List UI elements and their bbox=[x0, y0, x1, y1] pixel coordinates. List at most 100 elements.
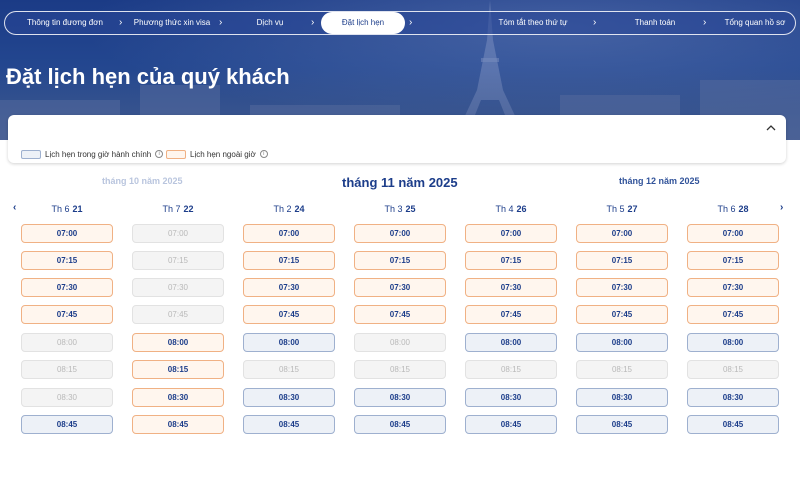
chevron-up-icon[interactable] bbox=[764, 123, 778, 137]
chevron-right-icon[interactable]: › bbox=[780, 202, 783, 213]
day-header: Th 6 21 bbox=[20, 204, 114, 214]
time-slot-button[interactable]: 07:30 bbox=[465, 278, 557, 297]
time-slot-button[interactable]: 08:45 bbox=[243, 415, 335, 434]
time-slot-button: 07:30 bbox=[132, 278, 224, 297]
time-slot-button[interactable]: 07:30 bbox=[576, 278, 668, 297]
step-visa-method[interactable]: Phương thức xin visa bbox=[127, 12, 217, 34]
time-slot-button[interactable]: 07:45 bbox=[354, 305, 446, 324]
legend-offhours-swatch bbox=[166, 149, 186, 159]
prev-month-link[interactable]: tháng 10 năm 2025 bbox=[102, 176, 183, 186]
day-date: 21 bbox=[72, 204, 83, 214]
time-slot-button[interactable]: 07:00 bbox=[243, 224, 335, 243]
time-slot-button[interactable]: 08:00 bbox=[687, 333, 779, 352]
day-weekday: Th 4 bbox=[495, 204, 514, 214]
page-title: Đặt lịch hẹn của quý khách bbox=[6, 64, 290, 89]
day-header: Th 7 22 bbox=[131, 204, 225, 214]
next-month-link[interactable]: tháng 12 năm 2025 bbox=[619, 176, 700, 186]
time-slot-button[interactable]: 07:30 bbox=[21, 278, 113, 297]
step-appointment[interactable]: Đặt lịch hẹn bbox=[321, 12, 405, 34]
time-slot-button[interactable]: 08:45 bbox=[354, 415, 446, 434]
current-month-title: tháng 11 năm 2025 bbox=[342, 175, 458, 190]
time-slot-button[interactable]: 07:45 bbox=[687, 305, 779, 324]
step-application-overview[interactable]: Tổng quan hồ sơ bbox=[715, 12, 795, 34]
info-icon[interactable]: i bbox=[259, 150, 268, 158]
day-date: 26 bbox=[516, 204, 527, 214]
info-icon[interactable]: i bbox=[155, 150, 164, 158]
time-slot-button[interactable]: 07:45 bbox=[576, 305, 668, 324]
step-payment[interactable]: Thanh toán bbox=[615, 12, 695, 34]
time-slot-button[interactable]: 08:00 bbox=[576, 333, 668, 352]
time-slot-button: 07:00 bbox=[132, 224, 224, 243]
time-slot-button[interactable]: 08:30 bbox=[354, 388, 446, 407]
chevron-left-icon[interactable]: ‹ bbox=[13, 202, 16, 213]
time-slot-button: 08:15 bbox=[576, 360, 668, 379]
day-header: Th 3 25 bbox=[353, 204, 447, 214]
day-weekday: Th 7 bbox=[162, 204, 181, 214]
time-slot-button[interactable]: 08:15 bbox=[132, 360, 224, 379]
legend-offhours-label: Lịch hẹn ngoài giờ bbox=[190, 149, 256, 159]
time-slot-button[interactable]: 07:00 bbox=[465, 224, 557, 243]
day-weekday: Th 6 bbox=[717, 204, 736, 214]
time-slot-button[interactable]: 07:00 bbox=[687, 224, 779, 243]
chevron-right-icon: › bbox=[703, 17, 707, 28]
time-slot-button[interactable]: 08:00 bbox=[465, 333, 557, 352]
progress-stepper: Thông tin đương đơn › Phương thức xin vi… bbox=[4, 11, 796, 35]
day-weekday: Th 6 bbox=[51, 204, 70, 214]
time-slot-button[interactable]: 07:15 bbox=[354, 251, 446, 270]
time-slot-button: 08:30 bbox=[21, 388, 113, 407]
time-slot-button[interactable]: 07:15 bbox=[21, 251, 113, 270]
time-slot-button: 08:15 bbox=[354, 360, 446, 379]
time-slot-button[interactable]: 08:00 bbox=[132, 333, 224, 352]
time-slot-button[interactable]: 07:45 bbox=[243, 305, 335, 324]
day-date: 22 bbox=[183, 204, 194, 214]
time-slot-button[interactable]: 07:15 bbox=[576, 251, 668, 270]
chevron-right-icon: › bbox=[219, 17, 223, 28]
time-slot-button[interactable]: 08:30 bbox=[243, 388, 335, 407]
day-header: Th 4 26 bbox=[464, 204, 558, 214]
time-slot-button[interactable]: 08:30 bbox=[465, 388, 557, 407]
legend-regular: Lịch hẹn trong giờ hành chính i bbox=[21, 148, 164, 160]
time-slot-button[interactable]: 08:45 bbox=[465, 415, 557, 434]
chevron-right-icon: › bbox=[593, 17, 597, 28]
chevron-right-icon: › bbox=[311, 17, 315, 28]
day-weekday: Th 3 bbox=[384, 204, 403, 214]
time-slot-button[interactable]: 07:15 bbox=[687, 251, 779, 270]
time-slot-button: 08:15 bbox=[243, 360, 335, 379]
time-slot-button[interactable]: 07:00 bbox=[354, 224, 446, 243]
time-slot-button[interactable]: 08:00 bbox=[243, 333, 335, 352]
time-slot-button[interactable]: 08:30 bbox=[687, 388, 779, 407]
time-slot-button[interactable]: 08:45 bbox=[21, 415, 113, 434]
day-date: 27 bbox=[627, 204, 638, 214]
legend-regular-swatch bbox=[21, 149, 41, 159]
time-slot-button: 08:00 bbox=[354, 333, 446, 352]
day-header: Th 2 24 bbox=[242, 204, 336, 214]
time-slot-button[interactable]: 07:15 bbox=[243, 251, 335, 270]
time-slot-button[interactable]: 07:00 bbox=[576, 224, 668, 243]
time-slot-button[interactable]: 07:00 bbox=[21, 224, 113, 243]
step-order-summary[interactable]: Tóm tắt theo thứ tự bbox=[483, 12, 583, 34]
time-slot-button[interactable]: 08:30 bbox=[132, 388, 224, 407]
time-slot-button: 08:00 bbox=[21, 333, 113, 352]
time-slot-button[interactable]: 07:30 bbox=[687, 278, 779, 297]
time-slot-button[interactable]: 08:45 bbox=[687, 415, 779, 434]
day-date: 24 bbox=[294, 204, 305, 214]
time-slot-button: 07:45 bbox=[132, 305, 224, 324]
time-slot-button: 08:15 bbox=[465, 360, 557, 379]
time-slot-button[interactable]: 07:30 bbox=[243, 278, 335, 297]
legend-offhours: Lịch hẹn ngoài giờ i bbox=[166, 148, 268, 160]
time-slot-button[interactable]: 07:15 bbox=[465, 251, 557, 270]
time-slot-button: 08:15 bbox=[21, 360, 113, 379]
time-slot-button[interactable]: 07:45 bbox=[21, 305, 113, 324]
time-slot-button[interactable]: 08:45 bbox=[132, 415, 224, 434]
time-slot-button[interactable]: 08:30 bbox=[576, 388, 668, 407]
time-slot-button[interactable]: 07:45 bbox=[465, 305, 557, 324]
day-header: Th 6 28 bbox=[686, 204, 780, 214]
step-services[interactable]: Dịch vụ bbox=[230, 12, 310, 34]
appointment-card: Lịch hẹn trong giờ hành chính i Lịch hẹn… bbox=[8, 115, 786, 163]
time-slot-button[interactable]: 08:45 bbox=[576, 415, 668, 434]
time-slot-button: 07:15 bbox=[132, 251, 224, 270]
day-weekday: Th 2 bbox=[273, 204, 292, 214]
time-slot-button: 08:15 bbox=[687, 360, 779, 379]
step-applicant-info[interactable]: Thông tin đương đơn bbox=[15, 12, 115, 34]
time-slot-button[interactable]: 07:30 bbox=[354, 278, 446, 297]
